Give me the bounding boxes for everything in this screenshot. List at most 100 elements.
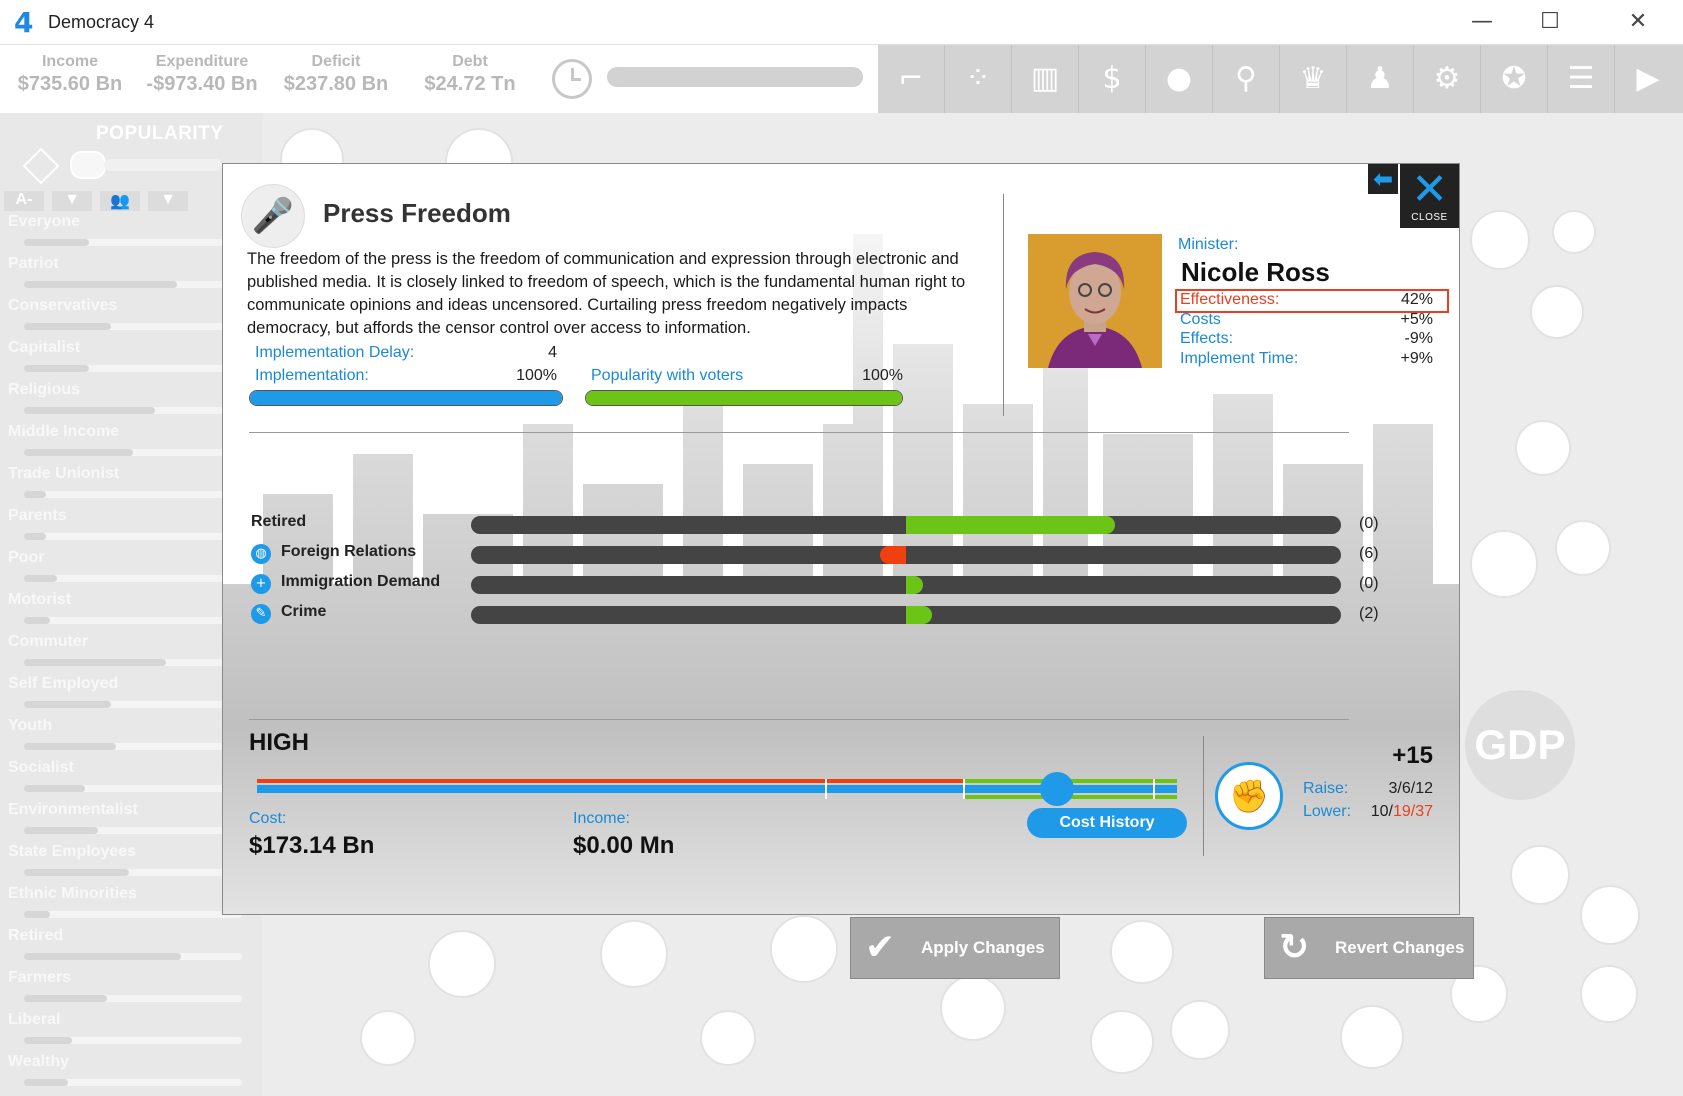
bg-policy-icon[interactable] (1470, 210, 1530, 270)
voter-group-item[interactable]: Everyone (8, 213, 242, 253)
voter-group-item[interactable]: Youth (8, 717, 242, 757)
gear-icon[interactable]: ⚙ (1414, 45, 1481, 113)
voter-group-item[interactable]: Ethnic Minorities (8, 885, 242, 925)
effect-row[interactable]: ✎ Crime (2) (251, 603, 1401, 627)
debt-stat[interactable]: Debt $24.72 Tn (414, 53, 526, 96)
voter-group-bar-fill (24, 1037, 72, 1044)
bg-policy-icon[interactable] (1515, 420, 1571, 476)
back-button[interactable]: ⬅ (1368, 164, 1398, 194)
voter-group-bar-fill (24, 785, 86, 792)
debt-label: Debt (452, 53, 488, 70)
dollar-icon[interactable]: $ (1079, 45, 1146, 113)
cost-history-button[interactable]: Cost History (1027, 808, 1187, 838)
effect-row[interactable]: ◍ Foreign Relations (6) (251, 543, 1401, 567)
voter-group-bar-fill (24, 407, 155, 414)
medal-icon[interactable]: ✪ (1481, 45, 1548, 113)
diamond-icon[interactable] (22, 147, 60, 185)
voter-group-item[interactable]: Motorist (8, 591, 242, 631)
filter-dropdown-button[interactable]: ▼ (148, 191, 188, 211)
voter-group-item[interactable]: Capitalist (8, 339, 242, 379)
bg-policy-icon[interactable] (600, 920, 668, 988)
voter-group-item[interactable]: Conservatives (8, 297, 242, 337)
window-close-button[interactable]: ✕ (1618, 6, 1658, 38)
voter-group-name: Environmentalist (8, 801, 138, 818)
apply-changes-label: Apply Changes (921, 938, 1045, 957)
voter-group-item[interactable]: Parents (8, 507, 242, 547)
sort-alpha-button[interactable]: A- (4, 191, 44, 211)
bg-policy-icon[interactable] (1340, 1005, 1404, 1069)
minimize-button[interactable]: — (1462, 6, 1502, 38)
minister-portrait[interactable] (1028, 234, 1162, 368)
bg-policy-icon[interactable] (1580, 965, 1638, 1023)
checkmark-icon: ✔ (865, 927, 896, 968)
voter-group-name: Youth (8, 717, 53, 734)
voter-group-item[interactable]: Patriot (8, 255, 242, 295)
bg-policy-icon[interactable] (700, 1010, 756, 1066)
search-icon[interactable]: ⚲ (1213, 45, 1280, 113)
income-stat[interactable]: Income $735.60 Bn (14, 53, 126, 96)
bg-policy-icon[interactable] (1580, 885, 1640, 945)
voter-group-item[interactable]: Socialist (8, 759, 242, 799)
voter-group-item[interactable]: Farmers (8, 969, 242, 1009)
voter-group-name: State Employees (8, 843, 137, 860)
bg-policy-icon[interactable] (1510, 845, 1570, 905)
voter-group-name: Parents (8, 507, 67, 524)
bg-policy-icon[interactable] (1090, 1010, 1154, 1074)
apply-changes-button[interactable]: ✔ Apply Changes (850, 917, 1060, 979)
bg-policy-icon[interactable] (1530, 285, 1584, 339)
bar-chart-icon[interactable]: ▥ (1012, 45, 1079, 113)
group-filter-button[interactable]: 👥 (100, 191, 140, 211)
voter-group-item[interactable]: Self Employed (8, 675, 242, 715)
voter-group-bar-fill (24, 911, 51, 918)
bg-policy-icon[interactable] (1555, 520, 1611, 576)
close-button[interactable]: ✕ CLOSE (1400, 164, 1459, 228)
gun-icon[interactable]: ⌐ (878, 45, 945, 113)
play-icon[interactable]: ▶ (1615, 45, 1681, 113)
voter-group-bar (24, 323, 242, 330)
close-icon: ✕ (1411, 164, 1448, 215)
sort-dropdown-button[interactable]: ▼ (52, 191, 92, 211)
bg-policy-icon[interactable] (1110, 920, 1174, 984)
popularity-toggle[interactable] (70, 151, 106, 179)
voter-group-item[interactable]: Environmentalist (8, 801, 242, 841)
maximize-button[interactable]: ☐ (1530, 6, 1570, 38)
deficit-stat[interactable]: Deficit $237.80 Bn (280, 53, 392, 96)
bg-policy-icon[interactable] (1470, 530, 1538, 598)
voter-group-item[interactable]: Poor (8, 549, 242, 589)
voter-group-bar-fill (24, 953, 181, 960)
revert-changes-button[interactable]: ↻ Revert Changes (1264, 917, 1474, 979)
lightbulb-icon[interactable]: ● (1146, 45, 1213, 113)
voter-group-bar (24, 617, 242, 624)
voter-group-item[interactable]: Commuter (8, 633, 242, 673)
policy-slider[interactable] (257, 772, 1177, 806)
voter-group-name: Middle Income (8, 423, 120, 440)
group-icon[interactable]: ♟ (1347, 45, 1414, 113)
trophy-icon[interactable]: ♛ (1280, 45, 1347, 113)
effect-row[interactable]: Retired (0) (251, 513, 1401, 537)
effect-row[interactable]: + Immigration Demand (0) (251, 573, 1401, 597)
voter-group-bar (24, 365, 242, 372)
voter-group-item[interactable]: State Employees (8, 843, 242, 883)
effect-bar-track (471, 546, 1341, 564)
effect-name: Retired (251, 513, 307, 530)
voter-group-item[interactable]: Middle Income (8, 423, 242, 463)
scatter-icon[interactable]: ⁘ (945, 45, 1012, 113)
expenditure-stat[interactable]: Expenditure -$973.40 Bn (140, 53, 264, 96)
bg-policy-icon[interactable] (428, 930, 496, 998)
voter-group-item[interactable]: Liberal (8, 1011, 242, 1051)
bg-policy-icon[interactable] (770, 915, 838, 983)
voter-group-item[interactable]: Retired (8, 927, 242, 967)
voter-group-name: Conservatives (8, 297, 118, 314)
voter-group-item[interactable]: Trade Unionist (8, 465, 242, 505)
voter-group-name: Retired (8, 927, 64, 944)
voter-group-item[interactable]: Wealthy (8, 1053, 242, 1093)
bg-policy-icon[interactable] (1552, 210, 1596, 254)
bg-policy-icon[interactable] (1170, 1000, 1230, 1060)
bg-policy-icon[interactable] (940, 975, 1006, 1041)
bg-policy-icon[interactable] (360, 1010, 416, 1066)
voter-group-item[interactable]: Religious (8, 381, 242, 421)
effects-label: Effects: (1180, 330, 1234, 347)
document-icon[interactable]: ☰ (1548, 45, 1615, 113)
slider-handle[interactable] (1040, 772, 1075, 806)
gdp-icon[interactable]: GDP (1465, 690, 1575, 800)
